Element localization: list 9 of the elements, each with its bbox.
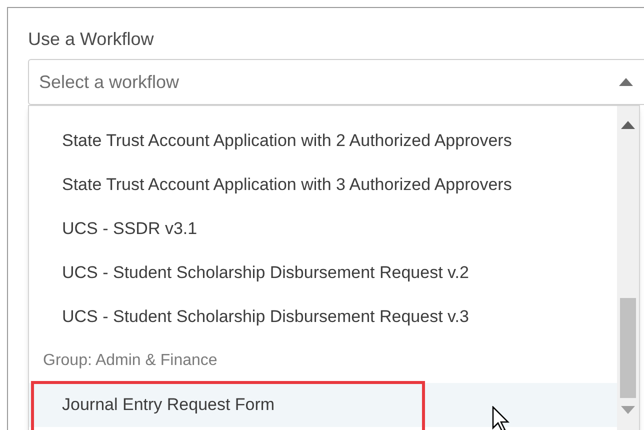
scrollbar-thumb[interactable] [620, 298, 636, 398]
workflow-select[interactable]: Select a workflow [28, 59, 644, 105]
scrollbar[interactable] [617, 106, 639, 430]
caret-icon [619, 78, 633, 86]
scroll-down-icon[interactable] [621, 406, 635, 414]
group-label: Group: Admin & Finance [43, 351, 218, 371]
scroll-up-icon[interactable] [621, 121, 635, 129]
field-label: Use a Workflow [28, 28, 155, 51]
workflow-option[interactable]: Journal Entry Request Form [29, 383, 617, 427]
